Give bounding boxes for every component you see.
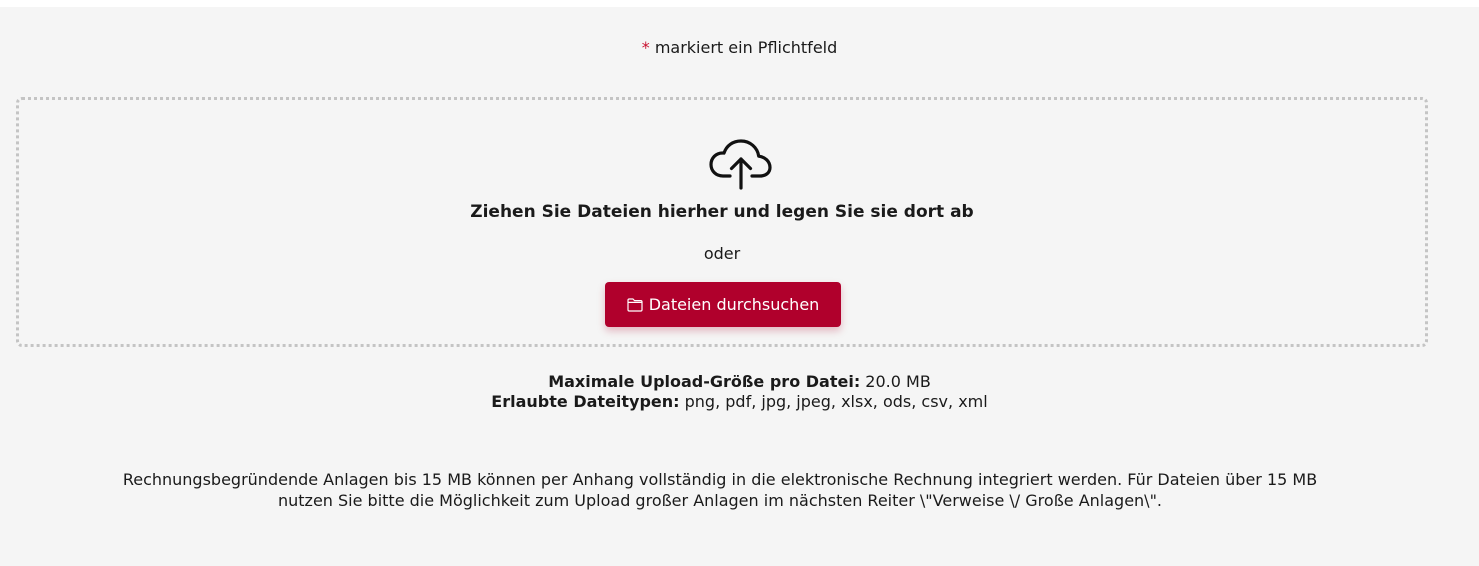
dropzone-title: Ziehen Sie Dateien hierher und legen Sie… bbox=[470, 202, 974, 222]
max-size-value: 20.0 MB bbox=[860, 372, 931, 391]
required-star: * bbox=[641, 38, 650, 57]
file-dropzone[interactable]: Ziehen Sie Dateien hierher und legen Sie… bbox=[16, 97, 1428, 347]
or-separator: oder bbox=[703, 244, 741, 263]
file-types-value: png, pdf, jpg, jpeg, xlsx, ods, csv, xml bbox=[679, 392, 988, 411]
file-types-line: Erlaubte Dateitypen: png, pdf, jpg, jpeg… bbox=[0, 392, 1479, 412]
required-note-text: markiert ein Pflichtfeld bbox=[649, 38, 838, 57]
cloud-upload-icon bbox=[709, 139, 772, 190]
browse-button-label: Dateien durchsuchen bbox=[648, 295, 820, 314]
folder-icon bbox=[627, 297, 643, 312]
max-size-label: Maximale Upload-Größe pro Datei: bbox=[548, 372, 861, 391]
browse-files-button[interactable]: Dateien durchsuchen bbox=[605, 282, 841, 327]
required-field-note: * markiert ein Pflichtfeld bbox=[0, 38, 1479, 58]
upload-limits: Maximale Upload-Größe pro Datei: 20.0 MB… bbox=[0, 372, 1479, 412]
upload-panel: * markiert ein Pflichtfeld Ziehen Sie Da… bbox=[0, 7, 1479, 566]
large-attachments-info: Rechnungsbegründende Anlagen bis 15 MB k… bbox=[122, 470, 1318, 510]
max-size-line: Maximale Upload-Größe pro Datei: 20.0 MB bbox=[0, 372, 1479, 392]
file-types-label: Erlaubte Dateitypen: bbox=[491, 392, 680, 411]
